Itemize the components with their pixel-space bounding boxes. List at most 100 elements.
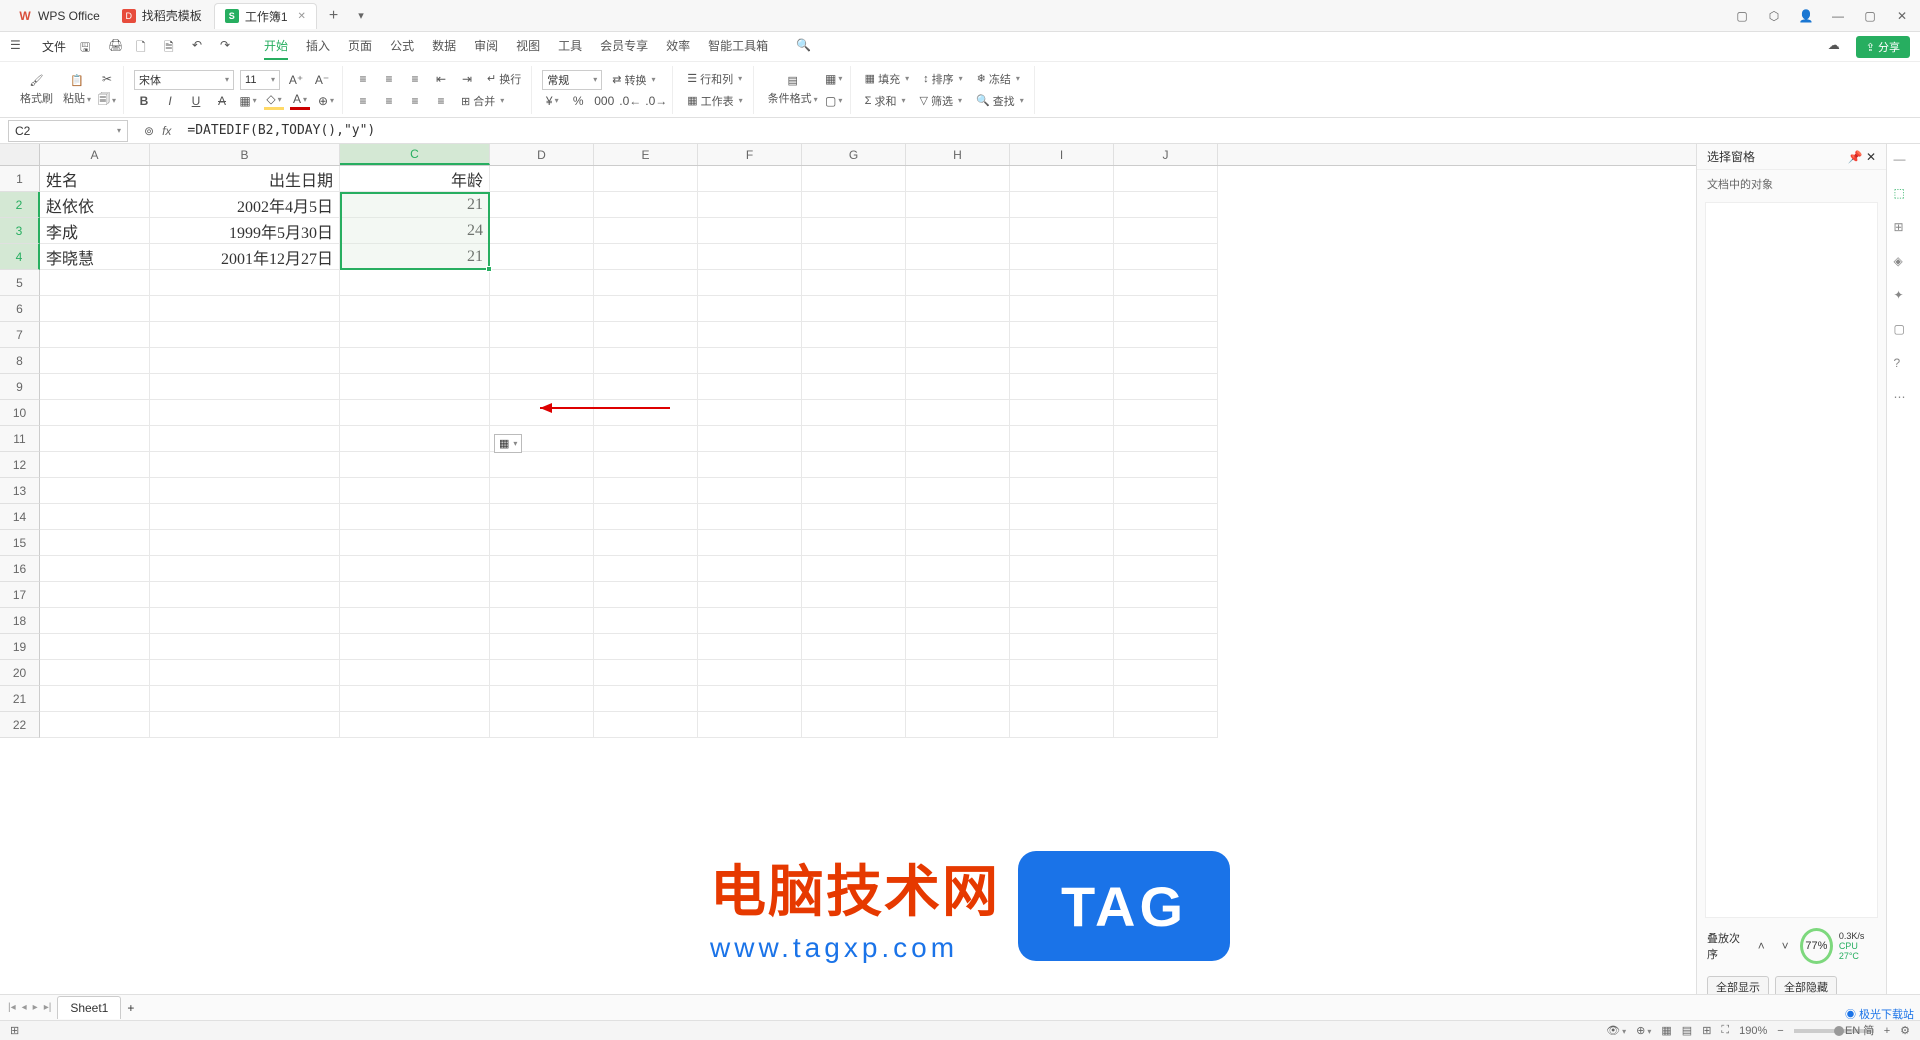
hamburger-icon[interactable]: ☰ (10, 38, 28, 56)
cut-icon[interactable]: ✂ (97, 70, 117, 88)
cell-D14[interactable] (490, 504, 594, 530)
cell-J3[interactable] (1114, 218, 1218, 244)
cell-E18[interactable] (594, 608, 698, 634)
cell-J11[interactable] (1114, 426, 1218, 452)
cell-E17[interactable] (594, 582, 698, 608)
rail-icon-5[interactable]: ▢ (1894, 322, 1914, 342)
cell-G8[interactable] (802, 348, 906, 374)
cell-I16[interactable] (1010, 556, 1114, 582)
cell-E22[interactable] (594, 712, 698, 738)
row-header-17[interactable]: 17 (0, 582, 40, 608)
cell-G21[interactable] (802, 686, 906, 712)
cell-J2[interactable] (1114, 192, 1218, 218)
cell-I21[interactable] (1010, 686, 1114, 712)
row-header-7[interactable]: 7 (0, 322, 40, 348)
cell-G15[interactable] (802, 530, 906, 556)
mode-icon[interactable]: ⊞ (10, 1024, 19, 1037)
filter-button[interactable]: ▽ 筛选▾ (916, 91, 966, 111)
cell-H2[interactable] (906, 192, 1010, 218)
cell-B1[interactable]: 出生日期 (150, 166, 340, 192)
row-header-4[interactable]: 4 (0, 244, 40, 270)
cell-E19[interactable] (594, 634, 698, 660)
italic-button[interactable]: I (160, 92, 180, 110)
cell-A9[interactable] (40, 374, 150, 400)
cell-A3[interactable]: 李成 (40, 218, 150, 244)
row-header-19[interactable]: 19 (0, 634, 40, 660)
cell-H19[interactable] (906, 634, 1010, 660)
cell-J4[interactable] (1114, 244, 1218, 270)
row-header-1[interactable]: 1 (0, 166, 40, 192)
cell-E7[interactable] (594, 322, 698, 348)
tab-template[interactable]: D 找稻壳模板 (112, 3, 212, 29)
cell-J20[interactable] (1114, 660, 1218, 686)
col-header-D[interactable]: D (490, 144, 594, 165)
target-icon[interactable]: ⊚ (144, 124, 154, 138)
cell-A13[interactable] (40, 478, 150, 504)
cell-A6[interactable] (40, 296, 150, 322)
align-bottom-icon[interactable]: ≡ (405, 70, 425, 88)
cell-A18[interactable] (40, 608, 150, 634)
cell-G22[interactable] (802, 712, 906, 738)
cell-J9[interactable] (1114, 374, 1218, 400)
sheet-area[interactable]: ABCDEFGHIJ 12345678910111213141516171819… (0, 144, 1696, 1004)
cell-C1[interactable]: 年龄 (340, 166, 490, 192)
cell-F13[interactable] (698, 478, 802, 504)
align-left-icon[interactable]: ≡ (353, 92, 373, 110)
decrease-font-icon[interactable]: A⁻ (312, 71, 332, 89)
cell-J14[interactable] (1114, 504, 1218, 530)
cell-J22[interactable] (1114, 712, 1218, 738)
help-icon[interactable]: ? (1894, 356, 1914, 376)
cell-D21[interactable] (490, 686, 594, 712)
condfmt-button[interactable]: ▤ 条件格式▾ (764, 72, 822, 108)
cell-G5[interactable] (802, 270, 906, 296)
close-panel-icon[interactable]: ✕ (1866, 150, 1876, 164)
preview-icon[interactable]: 🗋 (136, 38, 154, 56)
cell-H11[interactable] (906, 426, 1010, 452)
sheet-nav-prev[interactable]: ◂ (22, 1002, 27, 1013)
cell-G16[interactable] (802, 556, 906, 582)
paste-options-button[interactable]: ▦▾ (494, 434, 522, 453)
cell-D15[interactable] (490, 530, 594, 556)
menu-tab-start[interactable]: 开始 (264, 33, 288, 60)
row-header-6[interactable]: 6 (0, 296, 40, 322)
cell-J7[interactable] (1114, 322, 1218, 348)
cell-H8[interactable] (906, 348, 1010, 374)
collapse-rail-icon[interactable]: — (1894, 152, 1914, 172)
more-icon[interactable]: ⋯ (1894, 390, 1914, 410)
currency-icon[interactable]: ¥▾ (542, 92, 562, 110)
cell-G14[interactable] (802, 504, 906, 530)
cell-G17[interactable] (802, 582, 906, 608)
cell-A1[interactable]: 姓名 (40, 166, 150, 192)
cell-D20[interactable] (490, 660, 594, 686)
fullscreen-icon[interactable]: ⛶ (1721, 1024, 1729, 1037)
cell-F9[interactable] (698, 374, 802, 400)
cell-C16[interactable] (340, 556, 490, 582)
cell-F4[interactable] (698, 244, 802, 270)
cell-I12[interactable] (1010, 452, 1114, 478)
fill-button[interactable]: ▦ 填充▾ (861, 69, 913, 89)
row-header-8[interactable]: 8 (0, 348, 40, 374)
col-header-G[interactable]: G (802, 144, 906, 165)
wrap-button[interactable]: ↵换行 (483, 69, 525, 89)
bold-button[interactable]: B (134, 92, 154, 110)
cell-C4[interactable]: 21 (340, 244, 490, 270)
indent-right-icon[interactable]: ⇥ (457, 70, 477, 88)
cell-D3[interactable] (490, 218, 594, 244)
cell-F21[interactable] (698, 686, 802, 712)
cell-F11[interactable] (698, 426, 802, 452)
cell-D18[interactable] (490, 608, 594, 634)
col-header-B[interactable]: B (150, 144, 340, 165)
copy-icon[interactable]: 🗐▾ (97, 92, 117, 110)
cell-F1[interactable] (698, 166, 802, 192)
percent-icon[interactable]: % (568, 92, 588, 110)
cell-J13[interactable] (1114, 478, 1218, 504)
cell-B13[interactable] (150, 478, 340, 504)
cell-H9[interactable] (906, 374, 1010, 400)
cell-C10[interactable] (340, 400, 490, 426)
cell-H3[interactable] (906, 218, 1010, 244)
cell-I20[interactable] (1010, 660, 1114, 686)
paste-button[interactable]: 📋 粘贴▾ (59, 72, 95, 108)
cell-D4[interactable] (490, 244, 594, 270)
cell-F3[interactable] (698, 218, 802, 244)
tab-workbook[interactable]: S 工作簿1 ✕ (214, 3, 317, 29)
